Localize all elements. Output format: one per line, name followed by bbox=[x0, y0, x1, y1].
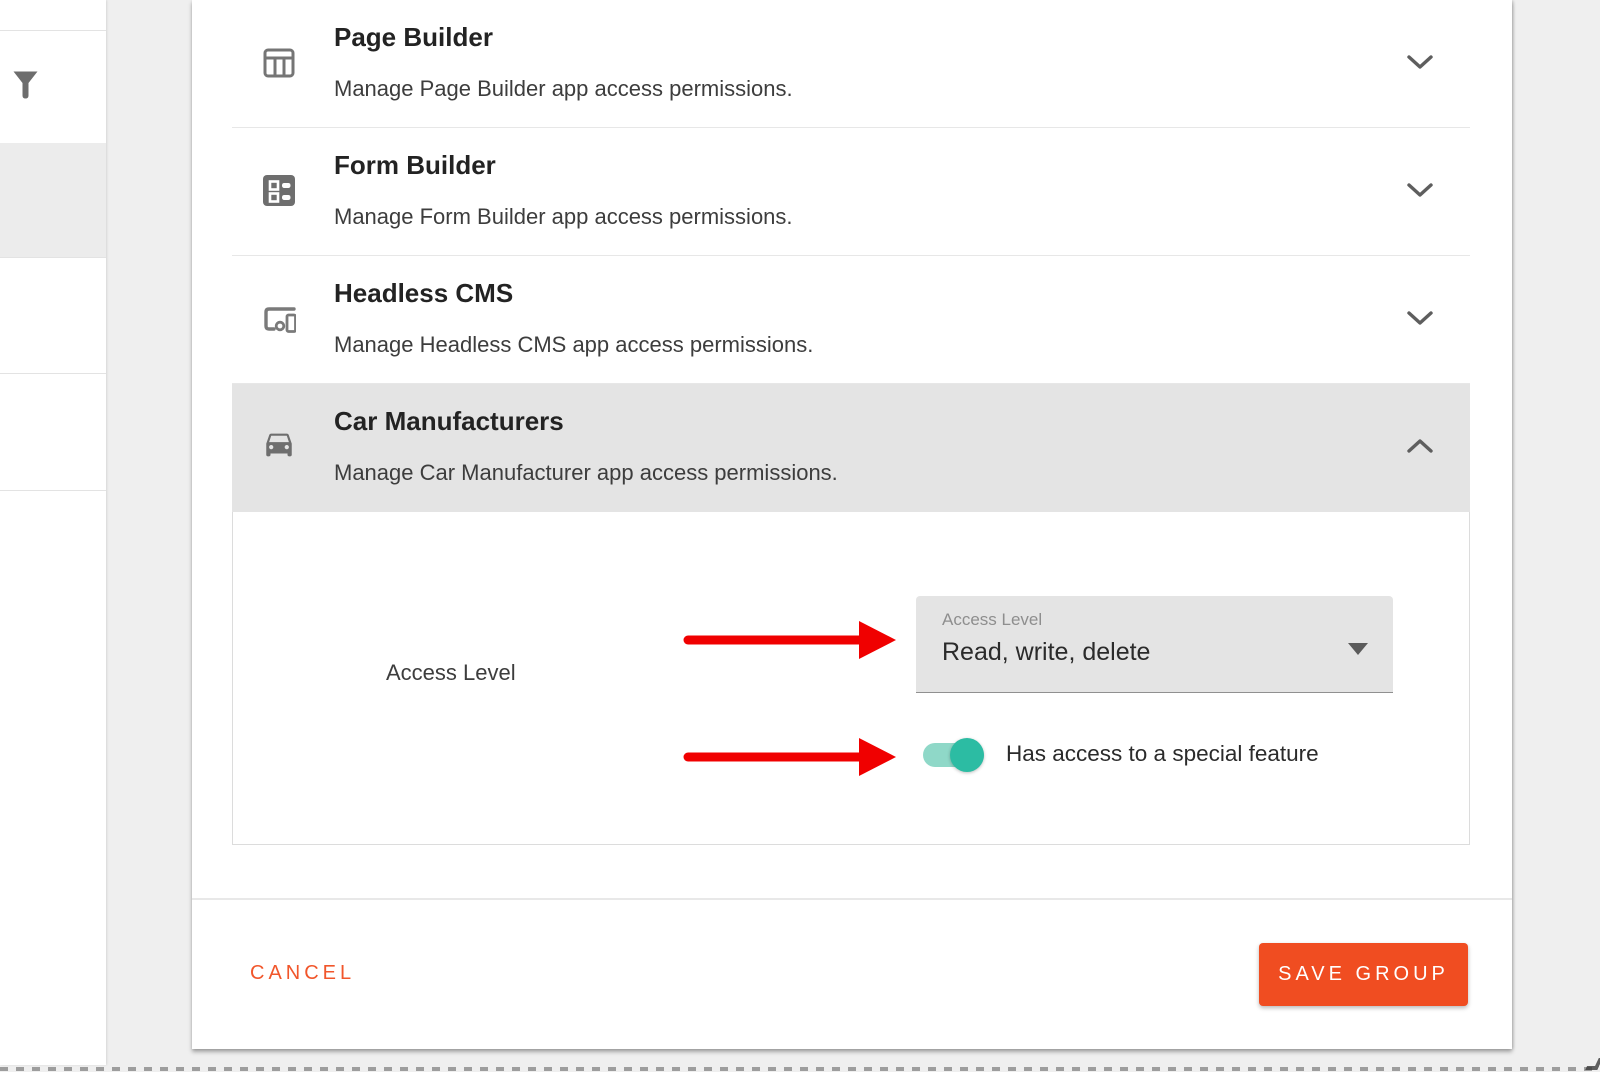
red-arrow-to-toggle-icon bbox=[683, 735, 898, 779]
save-group-button[interactable]: SAVE GROUP bbox=[1259, 943, 1468, 1006]
chevron-down-icon bbox=[1406, 54, 1434, 70]
cutoff-content-strip bbox=[0, 1067, 1600, 1071]
section-row-headless-cms[interactable]: Headless CMS Manage Headless CMS app acc… bbox=[232, 256, 1470, 384]
chevron-up-icon bbox=[1406, 438, 1434, 454]
section-title: Form Builder bbox=[334, 150, 496, 181]
cancel-button[interactable]: CANCEL bbox=[250, 962, 355, 985]
select-value: Read, write, delete bbox=[942, 638, 1150, 667]
filter-funnel-icon bbox=[12, 70, 39, 100]
sidebar-divider bbox=[0, 30, 106, 31]
section-description: Manage Car Manufacturer app access permi… bbox=[334, 460, 838, 486]
car-manufacturers-settings-panel: Access Level Access Level Read, write, d… bbox=[232, 512, 1470, 845]
sidebar-divider bbox=[0, 490, 106, 491]
section-title: Page Builder bbox=[334, 22, 493, 53]
headless-cms-devices-icon bbox=[262, 302, 296, 336]
filter-button[interactable] bbox=[12, 70, 39, 100]
chevron-down-icon bbox=[1406, 310, 1434, 326]
page-builder-columns-icon bbox=[262, 46, 296, 80]
section-description: Manage Headless CMS app access permissio… bbox=[334, 332, 813, 358]
permissions-panel: Page Builder Manage Page Builder app acc… bbox=[192, 0, 1512, 1049]
section-row-car-manufacturers[interactable]: Car Manufacturers Manage Car Manufacture… bbox=[232, 384, 1470, 512]
footer-divider bbox=[192, 898, 1512, 900]
section-description: Manage Form Builder app access permissio… bbox=[334, 204, 793, 230]
toggle-knob bbox=[950, 738, 984, 772]
special-feature-toggle[interactable] bbox=[923, 743, 984, 767]
sidebar-item-selected[interactable] bbox=[0, 143, 106, 257]
red-arrow-to-select-icon bbox=[683, 618, 898, 662]
section-description: Manage Page Builder app access permissio… bbox=[334, 76, 793, 102]
access-level-select[interactable]: Access Level Read, write, delete bbox=[916, 596, 1393, 693]
form-builder-ballot-icon bbox=[262, 174, 296, 208]
select-floating-label: Access Level bbox=[942, 610, 1042, 630]
chevron-down-icon bbox=[1406, 182, 1434, 198]
toggle-label: Has access to a special feature bbox=[1006, 741, 1319, 767]
section-row-form-builder[interactable]: Form Builder Manage Form Builder app acc… bbox=[232, 128, 1470, 256]
section-row-page-builder[interactable]: Page Builder Manage Page Builder app acc… bbox=[232, 0, 1470, 128]
sidebar-divider bbox=[0, 373, 106, 374]
section-title: Headless CMS bbox=[334, 278, 513, 309]
section-title: Car Manufacturers bbox=[334, 406, 564, 437]
car-icon bbox=[262, 430, 296, 464]
sidebar bbox=[0, 0, 106, 1065]
select-caret-icon bbox=[1348, 643, 1368, 655]
cutoff-corner-mark bbox=[1585, 1058, 1600, 1070]
access-level-field-label: Access Level bbox=[386, 660, 516, 686]
sidebar-divider bbox=[0, 257, 106, 258]
